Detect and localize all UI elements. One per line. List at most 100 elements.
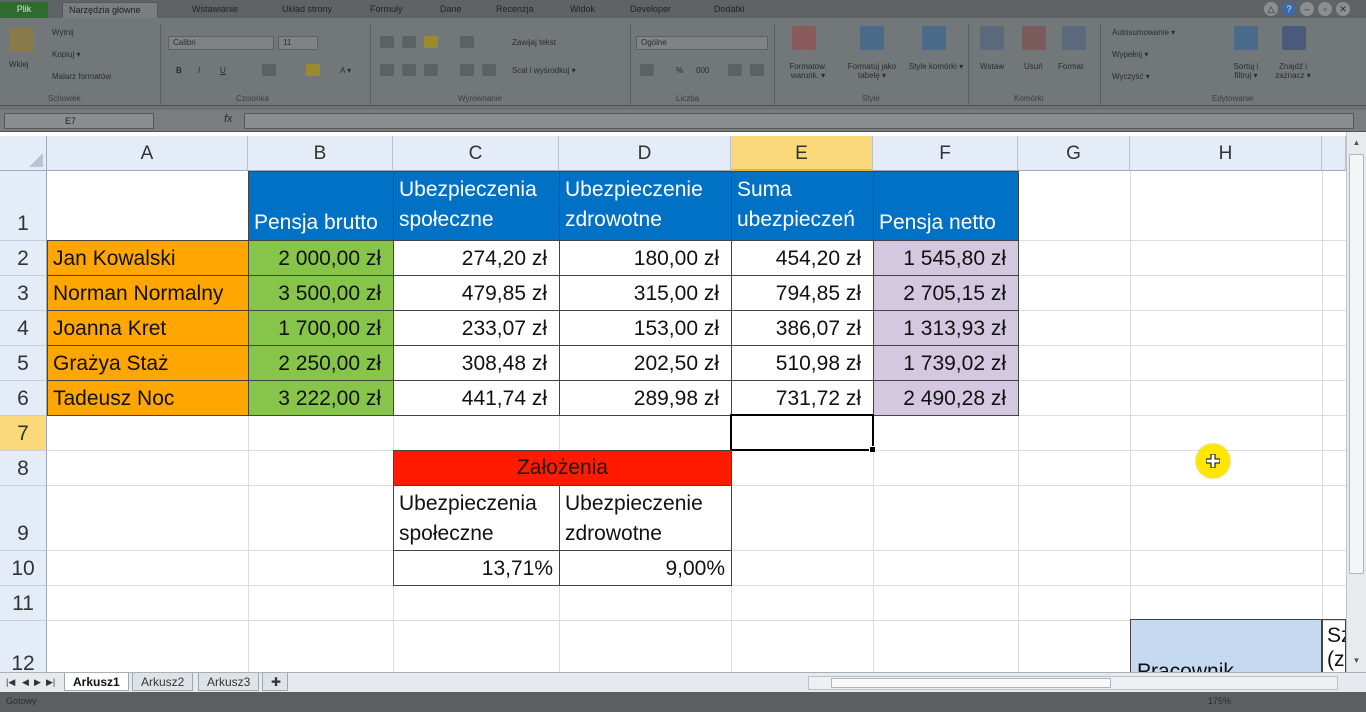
wrap-text-button[interactable]: Zawijaj tekst [512,38,556,47]
cell-netto[interactable]: 2 705,15 zł [873,275,1019,311]
first-sheet-icon[interactable]: |◀ [6,677,15,688]
cell-netto[interactable]: 1 739,02 zł [873,345,1019,381]
cell-suma[interactable]: 794,85 zł [731,275,874,311]
select-all-corner[interactable] [0,136,47,171]
orientation-icon[interactable] [460,36,474,48]
sheet-tab-arkusz2[interactable]: Arkusz2 [132,673,194,691]
cell-brutto[interactable]: 2 000,00 zł [248,240,394,276]
cell-suma[interactable]: 454,20 zł [731,240,874,276]
sheet-tab-arkusz3[interactable]: Arkusz3 [198,673,260,691]
format-as-table-button[interactable]: Formatuj jako tabelę ▾ [840,62,904,80]
cell-name[interactable]: Norman Normalny [47,275,249,311]
row-header-7[interactable]: 7 [0,416,47,451]
tab-page-layout[interactable]: Układ strony [276,2,338,18]
font-size-dropdown[interactable]: 11 [278,36,318,50]
row-header-3[interactable]: 3 [0,276,47,311]
assumption-zdrowotne-value[interactable]: 9,00% [559,550,732,586]
cell-netto[interactable]: 2 490,28 zł [873,380,1019,416]
cell-zdrowotne[interactable]: 202,50 zł [559,345,732,381]
number-format-dropdown[interactable]: Ogólne [636,36,768,50]
assumptions-title[interactable]: Założenia [393,450,732,486]
cell-name[interactable]: Joanna Kret [47,310,249,346]
align-right-icon[interactable] [424,64,438,76]
paste-button[interactable]: Wklej [9,60,29,69]
thousands-icon[interactable]: 000 [696,66,709,75]
sheet-tab-arkusz1[interactable]: Arkusz1 [64,673,129,691]
header-ubezpieczenia-spoleczne[interactable]: Ubezpieczenia społeczne [393,171,560,241]
borders-icon[interactable] [262,64,276,76]
cell-suma[interactable]: 386,07 zł [731,310,874,346]
align-center-icon[interactable] [402,64,416,76]
column-header-f[interactable]: F [873,136,1018,171]
percent-icon[interactable]: % [676,66,683,75]
cell-sz-partial[interactable]: Sz (z [1322,619,1346,672]
name-box[interactable]: E7 [4,113,154,129]
paste-icon[interactable] [10,28,34,52]
column-header-e[interactable]: E [731,136,873,171]
cell-brutto[interactable]: 2 250,00 zł [248,345,394,381]
selected-cell-e7[interactable] [730,414,876,453]
cell-name[interactable]: Grażya Staż [47,345,249,381]
fill-button[interactable]: Wypełnij ▾ [1112,50,1148,59]
format-cells-button[interactable]: Format [1058,62,1083,71]
spreadsheet-grid[interactable]: A B C D E F G H 1 2 3 4 5 6 7 8 9 10 11 … [0,136,1346,672]
cell-suma[interactable]: 731,72 zł [731,380,874,416]
horizontal-scroll-thumb[interactable] [831,678,1111,688]
increase-decimal-icon[interactable] [728,64,742,76]
help-icon[interactable]: ? [1282,2,1296,16]
italic-icon[interactable]: I [198,66,200,75]
format-cells-icon[interactable] [1062,26,1086,50]
cell-suma[interactable]: 510,98 zł [731,345,874,381]
column-header-a[interactable]: A [47,136,248,171]
tab-developer[interactable]: Developer [624,2,677,18]
row-header-1[interactable]: 1 [0,171,47,241]
column-header-c[interactable]: C [393,136,559,171]
tab-review[interactable]: Recenzja [490,2,540,18]
conditional-format-button[interactable]: Formatow. warunk. ▾ [780,62,836,80]
clear-button[interactable]: Wyczyść ▾ [1112,72,1150,81]
cell-spoleczne[interactable]: 233,07 zł [393,310,560,346]
header-pensja-netto[interactable]: Pensja netto [873,171,1019,241]
row-header-8[interactable]: 8 [0,451,47,486]
scroll-up-icon[interactable]: ▲ [1349,136,1364,150]
font-name-dropdown[interactable]: Calibri [168,36,274,50]
align-top-icon[interactable] [380,36,394,48]
minimize-ribbon-icon[interactable]: △ [1264,2,1278,16]
header-ubezpieczenie-zdrowotne[interactable]: Ubezpieczenie zdrowotne [559,171,732,241]
cell-brutto[interactable]: 1 700,00 zł [248,310,394,346]
decrease-decimal-icon[interactable] [750,64,764,76]
column-header-d[interactable]: D [559,136,731,171]
cell-zdrowotne[interactable]: 180,00 zł [559,240,732,276]
insert-cells-icon[interactable] [980,26,1004,50]
delete-cells-icon[interactable] [1022,26,1046,50]
scroll-down-icon[interactable]: ▼ [1349,654,1364,668]
assumption-zdrowotne-label[interactable]: Ubezpieczenie zdrowotne [559,485,732,551]
cell-netto[interactable]: 1 545,80 zł [873,240,1019,276]
row-header-4[interactable]: 4 [0,311,47,346]
font-color-icon[interactable]: A ▾ [340,66,351,75]
format-painter-button[interactable]: Malarz formatów [52,72,111,81]
align-left-icon[interactable] [380,64,394,76]
formula-input[interactable] [244,113,1354,129]
bold-icon[interactable]: B [176,66,182,75]
tab-file[interactable]: Plik [0,2,48,18]
header-pensja-brutto[interactable]: Pensja brutto [248,171,394,241]
delete-cells-button[interactable]: Usuń [1024,62,1043,71]
row-header-2[interactable]: 2 [0,241,47,276]
tab-addins[interactable]: Dodatki [708,2,751,18]
cell-styles-icon[interactable] [922,26,946,50]
copy-button[interactable]: Kopiuj ▾ [52,50,80,59]
cell-spoleczne[interactable]: 274,20 zł [393,240,560,276]
align-middle-icon[interactable] [402,36,416,48]
cell-zdrowotne[interactable]: 315,00 zł [559,275,732,311]
next-sheet-icon[interactable]: ▶ [34,677,41,688]
tab-home[interactable]: Narzędzia główne [62,2,158,18]
conditional-format-icon[interactable] [792,26,816,50]
window-close-icon[interactable]: ✕ [1336,2,1350,16]
row-header-5[interactable]: 5 [0,346,47,381]
cell-spoleczne[interactable]: 308,48 zł [393,345,560,381]
window-restore-icon[interactable]: ▫ [1318,2,1332,16]
insert-sheet-icon[interactable]: ✚ [262,673,288,691]
assumption-spoleczne-value[interactable]: 13,71% [393,550,560,586]
align-bottom-icon[interactable] [424,36,438,48]
